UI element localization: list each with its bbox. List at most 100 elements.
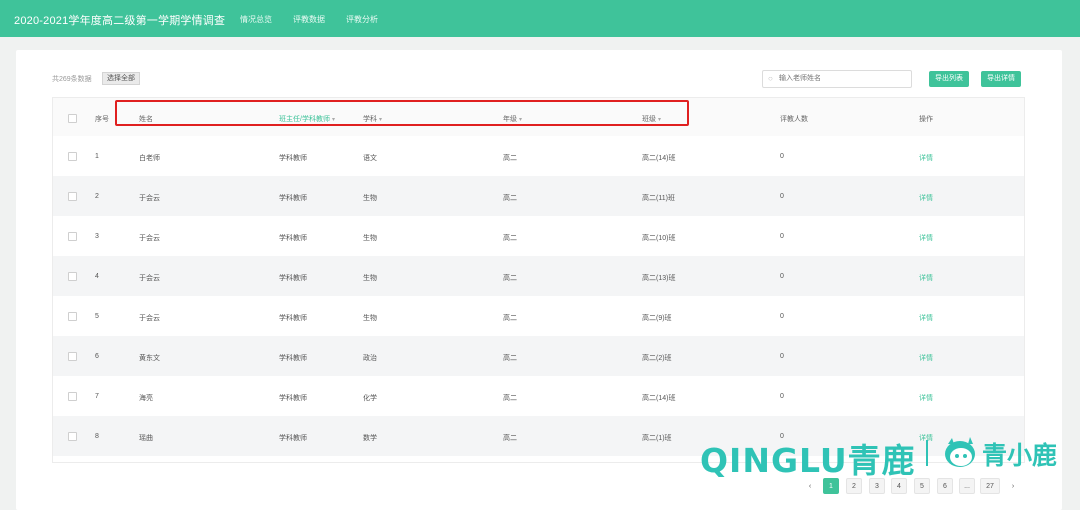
table-row: 3 于会云 学科教师 生物 高二 高二(10)班 0 详情 (53, 216, 1024, 256)
row-name: 于会云 (139, 315, 160, 322)
nav-evaluation-analysis[interactable]: 评教分析 (346, 14, 378, 25)
row-grade: 高二 (503, 395, 517, 402)
row-raters: 0 (780, 393, 784, 400)
row-index: 2 (95, 193, 99, 200)
row-subject: 生物 (363, 195, 377, 202)
table-row: 5 于会云 学科教师 生物 高二 高二(9)班 0 详情 (53, 296, 1024, 336)
row-raters: 0 (780, 193, 784, 200)
row-raters: 0 (780, 273, 784, 280)
teacher-table: 序号 姓名 班主任/学科教师 ▾ 学科 ▾ 年级 ▾ 班级 ▾ 评教人数 操作 1 白老… (52, 97, 1025, 463)
row-class: 高二(2)班 (642, 355, 672, 362)
row-name: 瑶曲 (139, 435, 153, 442)
row-role: 学科教师 (279, 155, 307, 162)
row-detail-link[interactable]: 详情 (919, 313, 933, 323)
row-detail-link[interactable]: 详情 (919, 233, 933, 243)
row-checkbox[interactable] (68, 192, 77, 201)
page-ellipsis: ... (959, 478, 975, 494)
table-row: 2 于会云 学科教师 生物 高二 高二(11)班 0 详情 (53, 176, 1024, 216)
select-all-checkbox[interactable] (68, 114, 77, 123)
row-role: 学科教师 (279, 395, 307, 402)
page-3-button[interactable]: 3 (869, 478, 885, 494)
row-index: 6 (95, 353, 99, 360)
table-row: 6 黄东文 学科教师 政治 高二 高二(2)班 0 详情 (53, 336, 1024, 376)
row-role: 学科教师 (279, 275, 307, 282)
deer-mascot-icon (945, 437, 975, 467)
row-role: 学科教师 (279, 195, 307, 202)
prev-page-button[interactable]: ‹ (802, 478, 818, 494)
table-row: 4 于会云 学科教师 生物 高二 高二(13)班 0 详情 (53, 256, 1024, 296)
row-class: 高二(14)班 (642, 395, 676, 402)
row-subject: 生物 (363, 235, 377, 242)
row-detail-link[interactable]: 详情 (919, 353, 933, 363)
row-detail-link[interactable]: 详情 (919, 193, 933, 203)
row-index: 5 (95, 313, 99, 320)
row-checkbox[interactable] (68, 272, 77, 281)
row-raters: 0 (780, 153, 784, 160)
watermark: QINGLU青鹿 青小鹿 (700, 430, 1070, 480)
row-class: 高二(13)班 (642, 275, 676, 282)
row-subject: 生物 (363, 315, 377, 322)
row-grade: 高二 (503, 195, 517, 202)
row-role: 学科教师 (279, 315, 307, 322)
top-bar: 2020-2021学年度高二级第一学期学情调查 情况总览 评教数据 评教分析 (0, 0, 1080, 37)
row-grade: 高二 (503, 355, 517, 362)
watermark-sub: 青小鹿 (982, 441, 1058, 470)
row-grade: 高二 (503, 275, 517, 282)
row-name: 于会云 (139, 275, 160, 282)
row-checkbox[interactable] (68, 232, 77, 241)
page-1-button[interactable]: 1 (823, 478, 839, 494)
export-detail-button[interactable]: 导出详情 (981, 71, 1021, 87)
row-checkbox[interactable] (68, 352, 77, 361)
page-2-button[interactable]: 2 (846, 478, 862, 494)
row-name: 白老师 (139, 155, 160, 162)
page-27-button[interactable]: 27 (980, 478, 1000, 494)
row-name: 黄东文 (139, 355, 160, 362)
row-detail-link[interactable]: 详情 (919, 393, 933, 403)
row-role: 学科教师 (279, 355, 307, 362)
row-checkbox[interactable] (68, 152, 77, 161)
row-raters: 0 (780, 233, 784, 240)
row-name: 海亮 (139, 395, 153, 402)
row-subject: 政治 (363, 355, 377, 362)
annotation-highlight-box (115, 100, 689, 126)
watermark-brand: QINGLU青鹿 (700, 441, 916, 480)
nav-evaluation-data[interactable]: 评教数据 (293, 14, 325, 25)
page-5-button[interactable]: 5 (914, 478, 930, 494)
row-class: 高二(11)班 (642, 195, 675, 202)
row-checkbox[interactable] (68, 432, 77, 441)
row-class: 高二(1)班 (642, 435, 672, 442)
row-index: 3 (95, 233, 99, 240)
row-grade: 高二 (503, 435, 517, 442)
row-raters: 0 (780, 313, 784, 320)
row-checkbox[interactable] (68, 392, 77, 401)
app-title: 2020-2021学年度高二级第一学期学情调查 (14, 15, 226, 27)
row-detail-link[interactable]: 详情 (919, 153, 933, 163)
select-all-button[interactable]: 选择全部 (102, 72, 140, 85)
search-input[interactable] (779, 73, 905, 84)
table-row: 1 白老师 学科教师 语文 高二 高二(14)班 0 详情 (53, 136, 1024, 176)
row-index: 8 (95, 433, 99, 440)
row-grade: 高二 (503, 155, 517, 162)
row-role: 学科教师 (279, 235, 307, 242)
row-index: 4 (95, 273, 99, 280)
row-raters: 0 (780, 353, 784, 360)
row-role: 学科教师 (279, 435, 307, 442)
export-list-button[interactable]: 导出列表 (929, 71, 969, 87)
row-checkbox[interactable] (68, 312, 77, 321)
search-icon: ○ (768, 74, 773, 83)
header-raters: 评教人数 (780, 116, 808, 123)
next-page-button[interactable]: › (1005, 478, 1021, 494)
page-4-button[interactable]: 4 (891, 478, 907, 494)
row-detail-link[interactable]: 详情 (919, 273, 933, 283)
row-class: 高二(10)班 (642, 235, 676, 242)
record-count: 共269条数据 (52, 76, 92, 83)
row-index: 1 (95, 153, 99, 160)
search-box[interactable]: ○ (762, 70, 912, 88)
row-subject: 语文 (363, 155, 377, 162)
page-6-button[interactable]: 6 (937, 478, 953, 494)
nav-overview[interactable]: 情况总览 (240, 14, 272, 25)
header-action: 操作 (919, 116, 933, 123)
header-index: 序号 (95, 116, 109, 123)
row-index: 7 (95, 393, 99, 400)
row-subject: 化学 (363, 395, 377, 402)
